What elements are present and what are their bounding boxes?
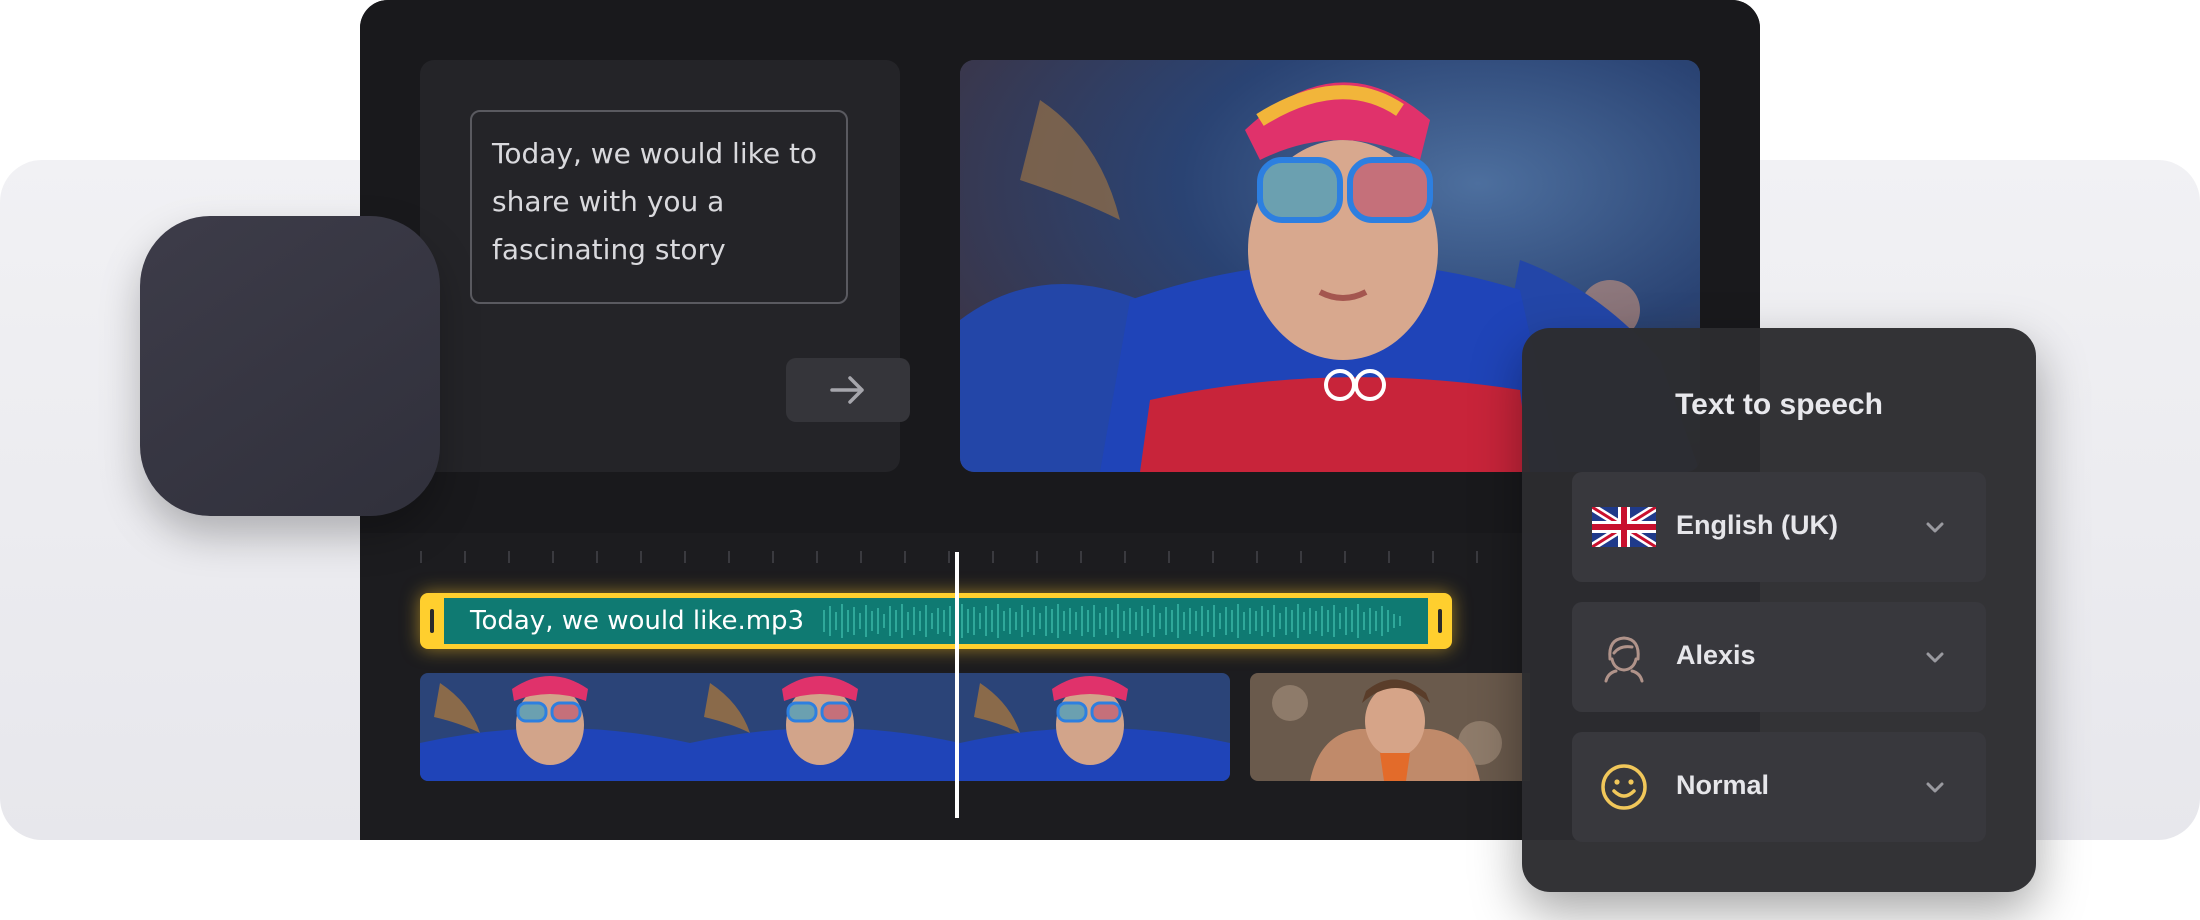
video-thumbnail[interactable] (690, 673, 960, 781)
timeline-ruler (420, 551, 1700, 565)
cyclist-thumbnail-image (960, 673, 1230, 781)
chevron-down-icon (1926, 782, 1944, 793)
text-to-speech-panel: Text to speech English (UK) Alexis Norma… (1522, 328, 2036, 892)
emotion-value: Normal (1676, 770, 1770, 800)
audio-clip-label: Today, we would like.mp3 (470, 606, 805, 636)
soundwave-icon (230, 306, 350, 424)
arrow-right-icon (830, 376, 864, 404)
athlete-thumbnail-image (1250, 673, 1530, 781)
uk-flag-icon (1592, 507, 1656, 547)
emotion-dropdown[interactable]: Normal (1572, 732, 1986, 842)
video-thumbnail[interactable] (1250, 673, 1530, 781)
clip-trim-handle-left[interactable] (430, 609, 434, 633)
script-panel: Today, we would like to share with you a… (420, 60, 910, 472)
generate-button[interactable] (786, 358, 910, 422)
audio-clip[interactable]: Today, we would like.mp3 (420, 593, 1452, 649)
chevron-down-icon (1926, 652, 1944, 663)
video-thumbnail[interactable] (420, 673, 690, 781)
clip-trim-handle-right[interactable] (1438, 609, 1442, 633)
voice-dropdown[interactable]: Alexis (1572, 602, 1986, 712)
timeline-playhead[interactable] (955, 552, 959, 818)
smiley-icon (1601, 764, 1647, 810)
script-text-input[interactable]: Today, we would like to share with you a… (470, 110, 848, 304)
audio-waveform: Today, we would like.mp3 (444, 598, 1428, 644)
soundwave-app-icon (140, 216, 440, 516)
language-value: English (UK) (1676, 510, 1838, 540)
cyclist-thumbnail-image (690, 673, 960, 781)
language-dropdown[interactable]: English (UK) (1572, 472, 1986, 582)
chevron-down-icon (1926, 522, 1944, 533)
cyclist-thumbnail-image (420, 673, 690, 781)
tts-panel-title: Text to speech (1675, 388, 1883, 421)
video-thumbnail[interactable] (960, 673, 1230, 781)
female-avatar-icon (1604, 636, 1644, 683)
voice-value: Alexis (1676, 640, 1756, 670)
